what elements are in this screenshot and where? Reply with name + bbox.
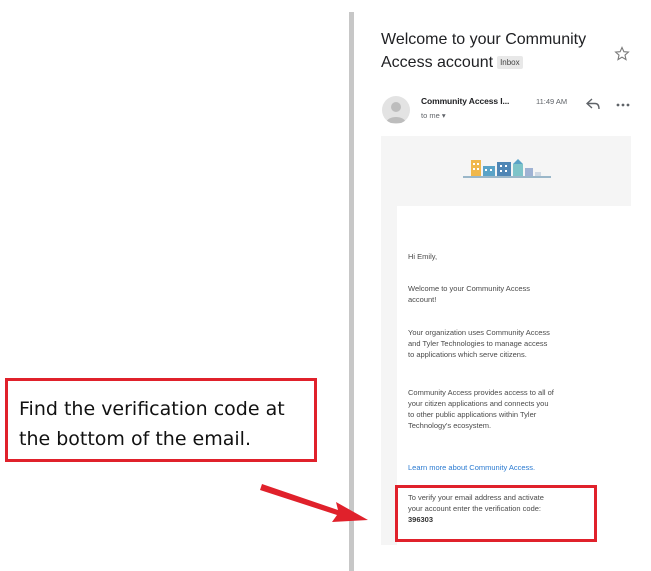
callout-line-2: the bottom of the email. (19, 428, 251, 450)
avatar (382, 96, 410, 124)
subject-line-2: Access account (381, 54, 494, 71)
subject-line-1: Welcome to your Community (381, 31, 587, 48)
recipient-label: to me (421, 111, 440, 120)
instruction-callout: Find the verification code at the bottom… (5, 378, 317, 462)
more-options-icon[interactable] (616, 103, 630, 107)
sender-name[interactable]: Community Access I... (421, 96, 509, 106)
provides-line-2: your citizen applications and connects y… (408, 399, 549, 408)
avatar-person-icon (386, 102, 406, 123)
star-icon[interactable] (614, 46, 630, 62)
community-buildings-logo (463, 159, 551, 178)
chevron-down-icon[interactable]: ▾ (442, 111, 446, 120)
recipient-details[interactable]: to me ▾ (421, 111, 446, 120)
reply-icon[interactable] (586, 98, 600, 110)
org-line-1: Your organization uses Community Access (408, 328, 550, 337)
provides-line-3: to other public applications within Tyle… (408, 410, 537, 419)
welcome-line-2: account! (408, 295, 437, 304)
provides-paragraph: Community Access provides access to all … (408, 387, 603, 431)
greeting: Hi Emily, (408, 252, 438, 261)
pointer-arrow-icon (260, 484, 368, 522)
email-subject: Welcome to your Community Access account… (381, 28, 621, 74)
learn-more-link[interactable]: Learn more about Community Access. (408, 462, 603, 473)
inbox-label-badge[interactable]: Inbox (497, 56, 523, 69)
welcome-paragraph: Welcome to your Community Access account… (408, 283, 603, 305)
provides-line-4: Technology's ecosystem. (408, 421, 492, 430)
verification-highlight-box (395, 485, 597, 542)
email-time: 11:49 AM (536, 97, 568, 106)
callout-line-1: Find the verification code at (19, 398, 285, 420)
org-line-3: to applications which serve citizens. (408, 350, 527, 359)
organization-paragraph: Your organization uses Community Access … (408, 327, 603, 360)
welcome-line-1: Welcome to your Community Access (408, 284, 530, 293)
provides-line-1: Community Access provides access to all … (408, 388, 554, 397)
org-line-2: and Tyler Technologies to manage access (408, 339, 548, 348)
